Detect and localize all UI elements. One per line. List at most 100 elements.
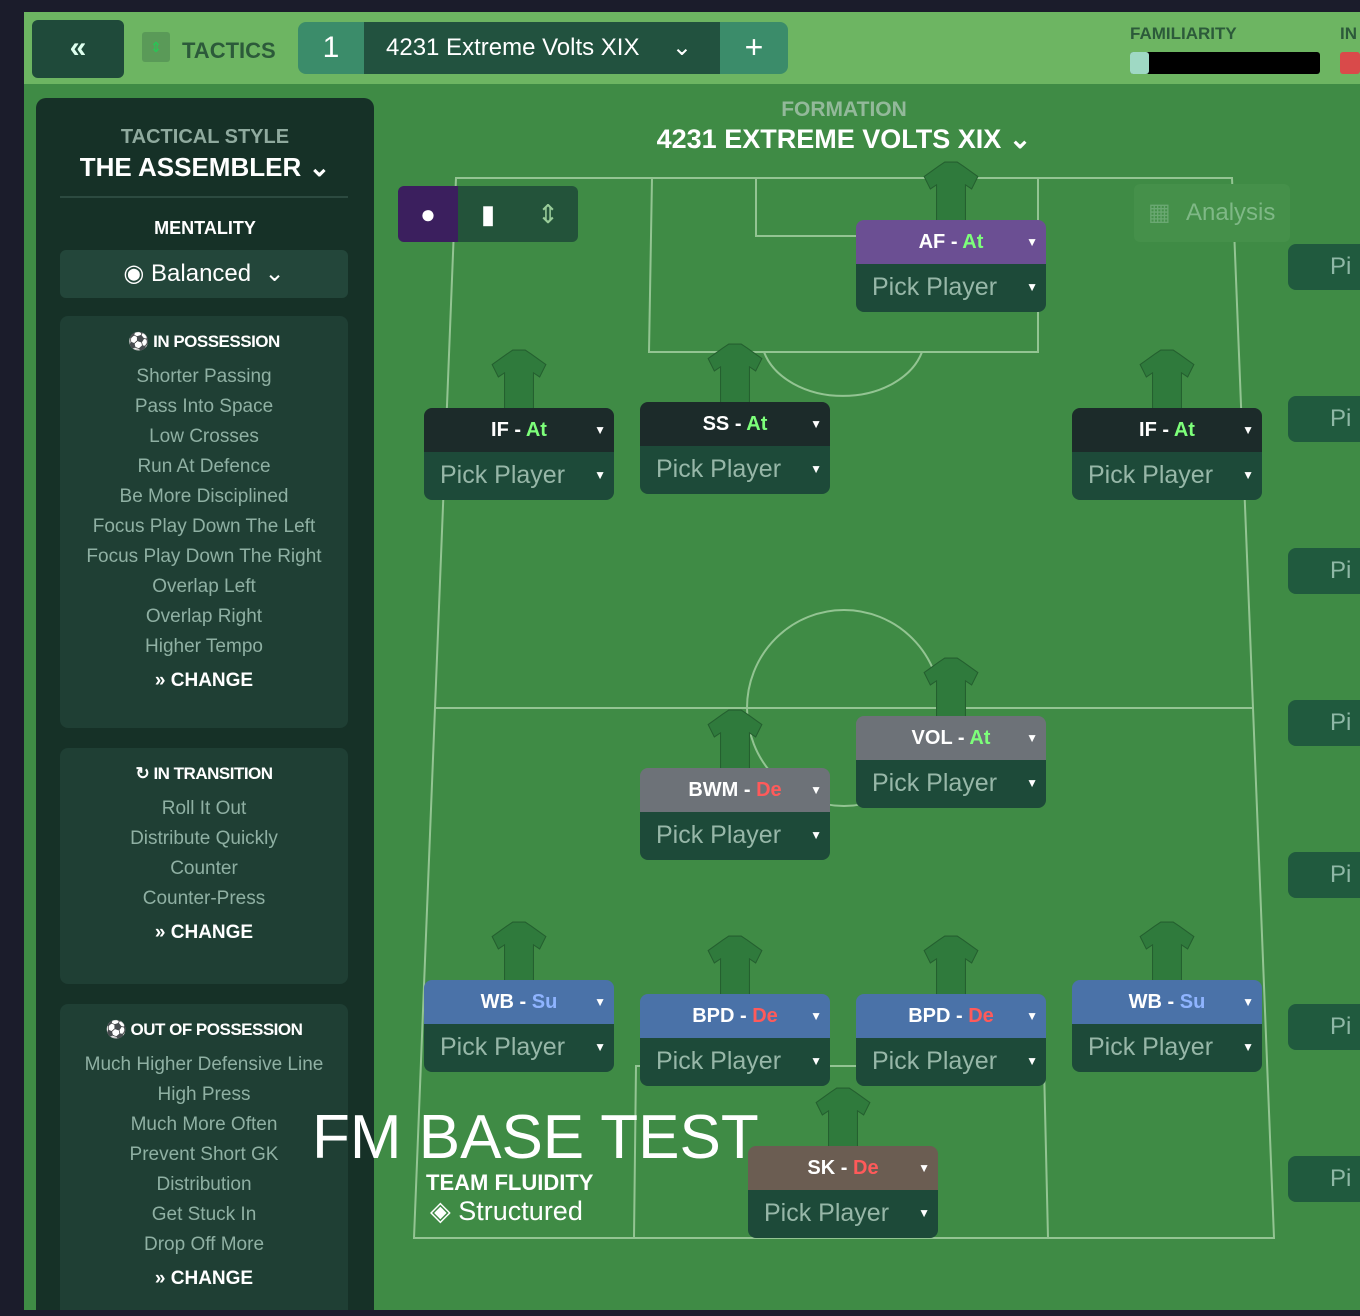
watermark: FM BASE TEST (312, 1103, 759, 1172)
duty: Su (531, 991, 558, 1013)
role-dropdown[interactable]: IF - At ▼ (1072, 408, 1262, 452)
formation-name: 4231 EXTREME VOLTS XIX (656, 124, 1002, 154)
role-name: AF (918, 231, 946, 253)
caret-down-icon: ▼ (1242, 995, 1254, 1009)
caret-down-icon: ▼ (1026, 235, 1038, 249)
pick-player-dropdown[interactable]: Pick Player ▼ (1072, 452, 1262, 500)
caret-down-icon: ▼ (1242, 1040, 1254, 1054)
pick-player-dropdown[interactable]: Pick Player ▼ (424, 1024, 614, 1072)
grid-icon: ▦ (1148, 199, 1171, 226)
player-slot: IF - At ▼ Pick Player ▼ (1072, 408, 1262, 500)
shirt-icon (815, 1087, 871, 1148)
shirt-icon (923, 161, 979, 222)
pick-player-side-button[interactable]: Pi (1288, 700, 1360, 746)
player-view-button[interactable]: ● (398, 186, 458, 242)
pick-player-side-button[interactable]: Pi (1288, 244, 1360, 290)
role-dropdown[interactable]: WB - Su ▼ (424, 980, 614, 1024)
pick-player-dropdown[interactable]: Pick Player ▼ (640, 446, 830, 494)
pick-player-dropdown[interactable]: Pick Player ▼ (640, 812, 830, 860)
shirt-icon (491, 349, 547, 410)
role-dropdown[interactable]: BPD - De ▼ (640, 994, 830, 1038)
pick-player-dropdown[interactable]: Pick Player ▼ (856, 264, 1046, 312)
pick-player-dropdown[interactable]: Pick Player ▼ (748, 1190, 938, 1238)
pick-player-side-button[interactable]: Pi (1288, 396, 1360, 442)
role-name: IF (491, 419, 509, 441)
caret-down-icon: ▼ (1026, 1054, 1038, 1068)
player-slot: BWM - De ▼ Pick Player ▼ (640, 768, 830, 860)
caret-down-icon: ▼ (594, 995, 606, 1009)
role-dropdown[interactable]: SS - At ▼ (640, 402, 830, 446)
team-fluidity-value: ◈ Structured (430, 1196, 583, 1227)
caret-down-icon: ▼ (810, 1009, 822, 1023)
role-dropdown[interactable]: VOL - At ▼ (856, 716, 1046, 760)
player-slot: BPD - De ▼ Pick Player ▼ (856, 994, 1046, 1086)
player-slot: SK - De ▼ Pick Player ▼ (748, 1146, 938, 1238)
pick-player-dropdown[interactable]: Pick Player ▼ (856, 1038, 1046, 1086)
pick-player-side-button[interactable]: Pi (1288, 852, 1360, 898)
formation-label: FORMATION (781, 98, 907, 121)
role-dropdown[interactable]: BWM - De ▼ (640, 768, 830, 812)
pick-player-dropdown[interactable]: Pick Player ▼ (640, 1038, 830, 1086)
analysis-button[interactable]: ▦ Analysis (1134, 184, 1290, 242)
pick-player-side-button[interactable]: Pi (1288, 548, 1360, 594)
pick-player-dropdown[interactable]: Pick Player ▼ (1072, 1024, 1262, 1072)
pick-player-label: Pick Player (764, 1199, 890, 1227)
role-dropdown[interactable]: IF - At ▼ (424, 408, 614, 452)
pick-player-side-button[interactable]: Pi (1288, 1004, 1360, 1050)
pick-player-label: Pick Player (440, 461, 566, 489)
caret-down-icon: ▼ (594, 468, 606, 482)
shirt-icon (707, 709, 763, 770)
caret-down-icon: ▼ (810, 828, 822, 842)
pick-player-side-button[interactable]: Pi (1288, 1156, 1360, 1202)
caret-down-icon: ▼ (1026, 1009, 1038, 1023)
duty: De (752, 1005, 778, 1027)
role-name: BPD (692, 1005, 735, 1027)
team-fluidity-label: TEAM FLUIDITY (426, 1170, 594, 1195)
duty: At (746, 413, 768, 435)
role-dropdown[interactable]: BPD - De ▼ (856, 994, 1046, 1038)
role-name: SS (702, 413, 730, 435)
duty: At (969, 727, 991, 749)
caret-down-icon: ▼ (1026, 731, 1038, 745)
player-slot: WB - Su ▼ Pick Player ▼ (1072, 980, 1262, 1072)
tactics-icon: ⇕ (537, 199, 559, 229)
caret-down-icon: ▼ (594, 423, 606, 437)
caret-down-icon: ▼ (918, 1206, 930, 1220)
pick-player-label: Pick Player (872, 1047, 998, 1075)
caret-down-icon: ▼ (810, 417, 822, 431)
player-slot: WB - Su ▼ Pick Player ▼ (424, 980, 614, 1072)
role-name: BWM (688, 779, 739, 801)
role-dropdown[interactable]: WB - Su ▼ (1072, 980, 1262, 1024)
role-dropdown[interactable]: AF - At ▼ (856, 220, 1046, 264)
pick-player-dropdown[interactable]: Pick Player ▼ (424, 452, 614, 500)
role-dropdown[interactable]: SK - De ▼ (748, 1146, 938, 1190)
chevron-down-icon: ⌄ (1008, 124, 1032, 154)
player-slot: VOL - At ▼ Pick Player ▼ (856, 716, 1046, 808)
caret-down-icon: ▼ (918, 1161, 930, 1175)
caret-down-icon: ▼ (1242, 468, 1254, 482)
caret-down-icon: ▼ (810, 462, 822, 476)
caret-down-icon: ▼ (1026, 776, 1038, 790)
pick-player-dropdown[interactable]: Pick Player ▼ (856, 760, 1046, 808)
caret-down-icon: ▼ (810, 1054, 822, 1068)
player-slot: AF - At ▼ Pick Player ▼ (856, 220, 1046, 312)
tactics-view-button[interactable]: ⇕ (518, 186, 578, 242)
duty: De (756, 779, 782, 801)
pick-player-label: Pick Player (656, 821, 782, 849)
shirt-icon (707, 343, 763, 404)
role-name: BPD (908, 1005, 951, 1027)
stats-view-button[interactable]: ▮ (458, 186, 518, 242)
caret-down-icon: ▼ (1242, 423, 1254, 437)
analysis-label: Analysis (1186, 199, 1276, 226)
role-name: WB (480, 991, 514, 1013)
pick-player-label: Pick Player (1088, 461, 1214, 489)
role-name: IF (1139, 419, 1157, 441)
pick-player-label: Pick Player (656, 455, 782, 483)
role-name: VOL (911, 727, 953, 749)
duty: Su (1179, 991, 1206, 1013)
duty: De (853, 1157, 879, 1179)
formation-dropdown[interactable]: 4231 EXTREME VOLTS XIX ⌄ (504, 124, 1184, 155)
shirt-icon (923, 935, 979, 996)
duty: At (525, 419, 547, 441)
duty: De (968, 1005, 994, 1027)
